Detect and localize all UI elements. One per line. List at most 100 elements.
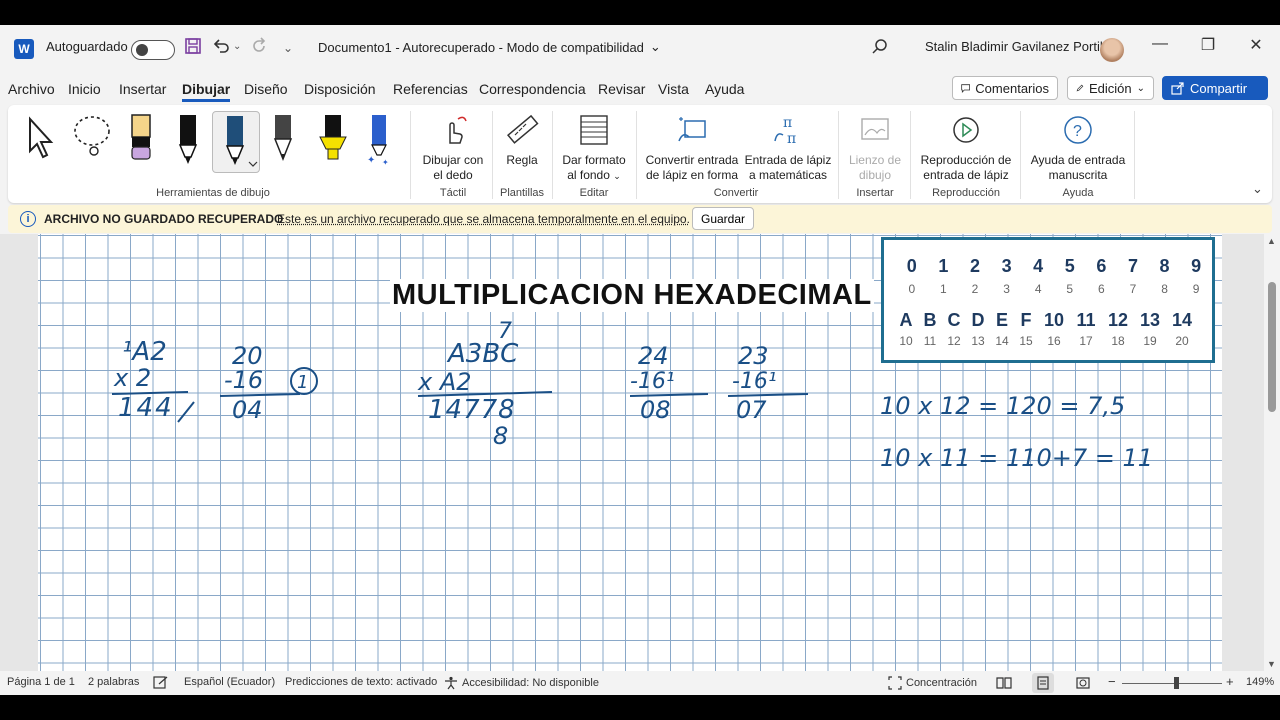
tab-vista[interactable]: Vista xyxy=(658,81,689,97)
document-title-text: Documento1 - Autorecuperado - Modo de co… xyxy=(318,39,644,55)
close-icon[interactable]: ✕ xyxy=(1241,35,1271,55)
tab-revisar[interactable]: Revisar xyxy=(598,81,645,97)
comments-button[interactable]: Comentarios xyxy=(952,76,1058,100)
proofing-icon[interactable] xyxy=(153,676,169,689)
redo-icon[interactable] xyxy=(250,37,268,60)
ink-ex4-sub: -16¹ xyxy=(630,369,675,394)
infobar-title: ARCHIVO NO GUARDADO RECUPERADO xyxy=(44,212,284,226)
language-status[interactable]: Español (Ecuador) xyxy=(184,676,275,688)
draw-with-touch-button[interactable]: Dibujar con el dedo xyxy=(418,113,488,183)
scroll-up-icon[interactable]: ▲ xyxy=(1267,236,1276,246)
print-layout-icon[interactable] xyxy=(1032,673,1054,693)
ink-ex5-result: 07 xyxy=(736,396,767,424)
word-count[interactable]: 2 palabras xyxy=(88,676,139,688)
undo-icon[interactable] xyxy=(212,37,230,60)
pencil-tool[interactable] xyxy=(268,111,308,171)
tab-correspondencia[interactable]: Correspondencia xyxy=(479,81,586,97)
autosave-toggle[interactable] xyxy=(131,40,175,60)
lasso-select-tool[interactable] xyxy=(70,111,110,171)
tab-diseno[interactable]: Diseño xyxy=(244,81,288,97)
draw-touch-label-1: Dibujar con xyxy=(422,153,484,167)
restore-icon[interactable]: ❐ xyxy=(1193,35,1223,55)
ink-ex2-result: 04 xyxy=(232,396,263,424)
black-pen-tool[interactable] xyxy=(173,111,213,171)
focus-icon xyxy=(888,676,902,690)
search-icon[interactable] xyxy=(871,38,889,61)
user-name[interactable]: Stalin Bladimir Gavilanez Portilla xyxy=(925,39,1113,54)
select-arrow-tool[interactable] xyxy=(24,111,64,171)
page-count[interactable]: Página 1 de 1 xyxy=(7,676,75,688)
ink-replay-button[interactable]: Reproducción de entrada de lápiz xyxy=(916,113,1016,183)
canvas-label-2: dibujo xyxy=(858,168,892,182)
tab-disposicion[interactable]: Disposición xyxy=(304,81,376,97)
tab-inicio[interactable]: Inicio xyxy=(68,81,101,97)
group-label-insertar: Insertar xyxy=(856,187,894,199)
zoom-in-icon[interactable]: + xyxy=(1226,674,1234,689)
drawing-canvas-icon xyxy=(861,118,889,140)
autosave-label: Autoguardado xyxy=(46,39,128,54)
format-bg-label-2: al fondo xyxy=(567,168,610,182)
avatar[interactable] xyxy=(1100,38,1124,62)
ribbon-collapse-icon[interactable]: ⌄ xyxy=(1252,181,1263,197)
ink-stroke xyxy=(177,401,195,423)
editing-mode-button[interactable]: Edición ⌄ xyxy=(1067,76,1154,100)
ink-ex5-sub: -16¹ xyxy=(732,369,777,394)
scroll-thumb[interactable] xyxy=(1268,282,1276,412)
blue-pen-tool-selected[interactable] xyxy=(212,111,260,173)
svg-text:π: π xyxy=(787,131,796,147)
vertical-scrollbar[interactable]: ▲ ▼ xyxy=(1264,234,1280,671)
ink-ex3-result: 14778 xyxy=(428,395,516,425)
zoom-level[interactable]: 149% xyxy=(1246,676,1274,688)
tab-archivo[interactable]: Archivo xyxy=(8,81,55,97)
group-label-tactil: Táctil xyxy=(439,187,467,199)
ink-math-label-1: Entrada de lápiz xyxy=(744,153,832,167)
tab-ayuda[interactable]: Ayuda xyxy=(705,81,744,97)
tab-referencias[interactable]: Referencias xyxy=(393,81,468,97)
ink-ex1-top: ¹A2 xyxy=(122,337,167,367)
tab-dibujar[interactable]: Dibujar xyxy=(182,81,231,102)
accessibility-status[interactable]: Accesibilidad: No disponible xyxy=(444,676,599,690)
info-icon: i xyxy=(20,211,36,227)
zoom-slider[interactable] xyxy=(1122,683,1222,684)
chevron-down-icon: ⌄ xyxy=(1136,82,1145,94)
ink-shape-label-2: de lápiz en forma xyxy=(645,168,739,182)
focus-mode-button[interactable]: Concentración xyxy=(888,676,977,690)
replay-label-1: Reproducción de xyxy=(920,153,1012,167)
text-predictions-status[interactable]: Predicciones de texto: activado xyxy=(285,676,437,688)
tab-insertar[interactable]: Insertar xyxy=(119,81,166,97)
chevron-down-icon: ⌄ xyxy=(613,171,621,181)
scroll-down-icon[interactable]: ▼ xyxy=(1267,659,1276,669)
customize-toolbar-icon[interactable]: ⌄ xyxy=(283,41,293,55)
galaxy-pen-tool[interactable]: ✦ ✦ xyxy=(364,111,404,171)
recovered-file-infobar: i ARCHIVO NO GUARDADO RECUPERADO Este es… xyxy=(8,205,1272,233)
ink-to-math-button[interactable]: ππ Entrada de lápiz a matemáticas xyxy=(742,113,834,183)
zoom-out-icon[interactable]: − xyxy=(1108,674,1116,689)
save-recovered-button[interactable]: Guardar xyxy=(692,207,755,230)
ink-ex1-result: 144 xyxy=(118,393,174,423)
minimize-icon[interactable]: — xyxy=(1145,35,1175,53)
share-button[interactable]: Compartir xyxy=(1162,76,1268,100)
save-icon[interactable] xyxy=(184,37,202,60)
format-background-button[interactable]: Dar formato al fondo ⌄ xyxy=(558,113,630,184)
draw-touch-label-2: el dedo xyxy=(433,168,473,182)
ruler-button[interactable]: Regla xyxy=(498,113,546,168)
web-layout-icon[interactable] xyxy=(1076,676,1090,690)
eraser-pen-tool[interactable] xyxy=(126,111,166,171)
ink-to-shape-button[interactable]: Convertir entrada de lápiz en forma xyxy=(644,113,740,183)
document-page[interactable]: MULTIPLICACION HEXADECIMAL 0 1 2 3 4 5 6… xyxy=(38,234,1222,671)
focus-label: Concentración xyxy=(906,677,977,689)
read-mode-icon[interactable] xyxy=(996,676,1012,689)
infobar-message[interactable]: Este es un archivo recuperado que se alm… xyxy=(277,212,690,226)
handwritten-ink: ¹A2 x 2 144 20 -16 1 04 7 A3BC x A2 1477… xyxy=(111,319,1153,472)
highlighter-tool[interactable] xyxy=(316,111,356,171)
group-label-ayuda: Ayuda xyxy=(1062,187,1094,199)
ink-shape-label-1: Convertir entrada xyxy=(645,153,739,167)
svg-text:✦: ✦ xyxy=(382,158,389,167)
undo-dropdown-icon[interactable]: ⌄ xyxy=(233,41,241,52)
word-app-icon: W xyxy=(14,39,34,59)
drawing-canvas-button[interactable]: Lienzo de dibujo xyxy=(844,113,906,183)
document-title[interactable]: Documento1 - Autorecuperado - Modo de co… xyxy=(318,39,661,55)
zoom-slider-thumb[interactable] xyxy=(1174,677,1179,689)
ink-help-button[interactable]: ? Ayuda de entrada manuscrita xyxy=(1026,113,1130,183)
ink-ex4-top: 24 xyxy=(638,342,669,370)
